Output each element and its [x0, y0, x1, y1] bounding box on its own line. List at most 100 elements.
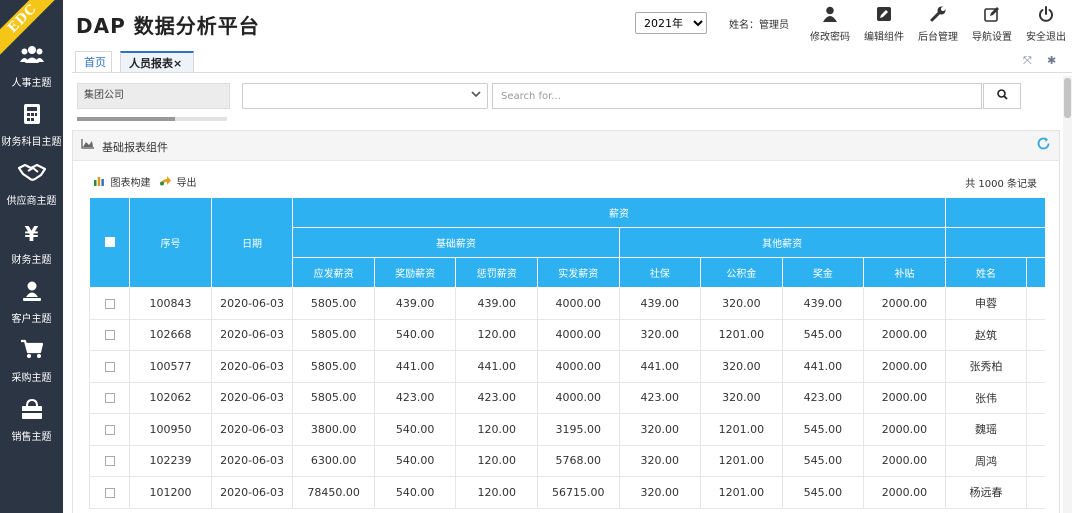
tab-staff-report[interactable]: 人员报表×	[120, 51, 194, 73]
panel-title: 基础报表组件	[102, 141, 168, 154]
select-all-checkbox[interactable]	[104, 237, 115, 247]
edit-component-button[interactable]: 编辑组件	[858, 6, 910, 43]
row-checkbox[interactable]	[104, 456, 115, 467]
sidebar-item-label: 客户主题	[11, 314, 52, 325]
table-row[interactable]: 100843 2020-06-03 5805.00 439.00 439.00 4000.…	[89, 287, 1045, 320]
table-cell: 100577	[129, 350, 212, 383]
row-select-cell[interactable]	[89, 444, 131, 477]
chart-build-button[interactable]: 图表构建	[93, 174, 151, 189]
col-header[interactable]: 应发薪资	[292, 257, 375, 288]
search-button[interactable]	[983, 83, 1021, 109]
record-count: 共 1000 条记录	[965, 179, 1037, 190]
table-body: 100843 2020-06-03 5805.00 439.00 439.00 4000.…	[89, 287, 1045, 509]
row-select-cell[interactable]	[89, 350, 131, 383]
table-cell: 2020-06-03	[210, 476, 294, 509]
logout-button[interactable]: 安全退出	[1020, 6, 1072, 43]
table-cell: 423.00	[618, 381, 702, 414]
col-header-seq[interactable]: 序号	[129, 197, 212, 288]
row-checkbox[interactable]	[104, 298, 115, 309]
col-header[interactable]: 惩罚薪资	[455, 257, 538, 288]
company-field[interactable]: 集团公司	[77, 83, 230, 109]
col-header[interactable]: 社保	[618, 257, 702, 288]
table-cell: 320.00	[700, 287, 783, 320]
refresh-icon[interactable]	[1036, 136, 1051, 155]
table-row[interactable]: 100577 2020-06-03 5805.00 441.00 441.00 4000.…	[89, 350, 1045, 383]
table-cell: 赵筑	[944, 318, 1028, 351]
year-select[interactable]: 2021年	[635, 12, 707, 34]
chart-build-label: 图表构建	[110, 178, 151, 189]
fullscreen-icon[interactable]: ⤧	[1023, 54, 1032, 68]
table-row[interactable]: 102062 2020-06-03 5805.00 423.00 423.00 4000.…	[89, 381, 1045, 414]
table-cell: 102062	[129, 381, 212, 414]
row-select-cell[interactable]	[89, 318, 131, 351]
table-cell: 441.00	[618, 350, 702, 383]
filter-select[interactable]	[242, 83, 488, 109]
row-select-cell[interactable]	[89, 413, 131, 446]
select-all-cell[interactable]	[89, 197, 131, 288]
page-scrollbar-thumb[interactable]	[1064, 78, 1071, 118]
cart-icon	[0, 339, 63, 365]
tab-home[interactable]: 首页	[75, 51, 112, 73]
gear-icon[interactable]: ✱	[1047, 54, 1056, 67]
table-cell: 120.00	[455, 318, 538, 351]
sidebar-item-finance[interactable]: ¥ 财务主题	[0, 221, 63, 266]
col-header[interactable]: 奖励薪资	[373, 257, 457, 288]
row-select-cell[interactable]	[89, 381, 131, 414]
search-icon	[996, 89, 1008, 100]
table-cell: 100843	[129, 287, 212, 320]
col-header[interactable]: 姓名	[944, 257, 1028, 288]
sidebar-item-purchase[interactable]: 采购主题	[0, 339, 63, 384]
col-header[interactable]: 补贴	[863, 257, 946, 288]
row-checkbox[interactable]	[104, 487, 115, 498]
page-scrollbar[interactable]	[1063, 76, 1072, 513]
table-cell: 2000.00	[863, 444, 946, 477]
tool-label: 编辑组件	[864, 32, 904, 43]
table-cell: 540.00	[373, 413, 457, 446]
export-button[interactable]: 导出	[159, 174, 197, 189]
table-cell: 5805.00	[292, 350, 375, 383]
user-name-label: 姓名：管理员	[729, 20, 789, 31]
col-header[interactable]: 入职时	[1026, 257, 1045, 288]
table-cell: 100950	[129, 413, 212, 446]
sidebar-item-label: 财务科目主题	[1, 137, 62, 148]
admin-button[interactable]: 后台管理	[912, 6, 964, 43]
col-header[interactable]: 奖金	[781, 257, 865, 288]
table-cell: 439.00	[781, 287, 865, 320]
search-input[interactable]	[492, 83, 982, 109]
sidebar-item-sales[interactable]: 销售主题	[0, 398, 63, 443]
nav-settings-button[interactable]: 导航设置	[966, 6, 1018, 43]
table-row[interactable]: 102239 2020-06-03 6300.00 540.00 120.00 5768.…	[89, 444, 1045, 477]
col-header[interactable]: 公积金	[700, 257, 783, 288]
close-icon[interactable]: ×	[173, 57, 182, 70]
bar-chart-icon	[93, 176, 109, 189]
header: DAP 数据分析平台 2021年 姓名：管理员 修改密码 编辑组件 后台管理 导…	[63, 0, 1080, 46]
row-checkbox[interactable]	[104, 393, 115, 404]
table-row[interactable]: 100950 2020-06-03 3800.00 540.00 120.00 3195.…	[89, 413, 1045, 446]
row-select-cell[interactable]	[89, 476, 131, 509]
group-header-blank	[944, 197, 1045, 228]
col-header-date[interactable]: 日期	[210, 197, 294, 288]
table-cell: 540.00	[373, 444, 457, 477]
company-scrollbar-thumb[interactable]	[77, 117, 175, 121]
col-header[interactable]: 实发薪资	[536, 257, 620, 288]
table-cell: 5768.00	[536, 444, 620, 477]
table-cell: 1201.00	[700, 444, 783, 477]
row-checkbox[interactable]	[104, 424, 115, 435]
table-row[interactable]: 101200 2020-06-03 78450.00 540.00 120.00 5671…	[89, 476, 1045, 509]
sidebar-item-label: 销售主题	[11, 432, 52, 443]
table-cell: 120.00	[455, 476, 538, 509]
row-checkbox[interactable]	[104, 361, 115, 372]
table-cell: 5805.00	[292, 287, 375, 320]
change-password-button[interactable]: 修改密码	[804, 6, 856, 43]
sidebar-item-finance-subject[interactable]: 财务科目主题	[0, 103, 63, 148]
row-select-cell[interactable]	[89, 287, 131, 320]
row-checkbox[interactable]	[104, 330, 115, 341]
table-cell: 2000.00	[863, 476, 946, 509]
table-row[interactable]: 102668 2020-06-03 5805.00 540.00 120.00 4000.…	[89, 318, 1045, 351]
sidebar-item-supplier[interactable]: 供应商主题	[0, 162, 63, 207]
table-cell: 320.00	[700, 350, 783, 383]
export-icon	[159, 176, 175, 189]
sidebar-item-hr[interactable]: 人事主题	[0, 44, 63, 89]
company-scrollbar[interactable]	[77, 117, 227, 121]
sidebar-item-customer[interactable]: 客户主题	[0, 280, 63, 325]
